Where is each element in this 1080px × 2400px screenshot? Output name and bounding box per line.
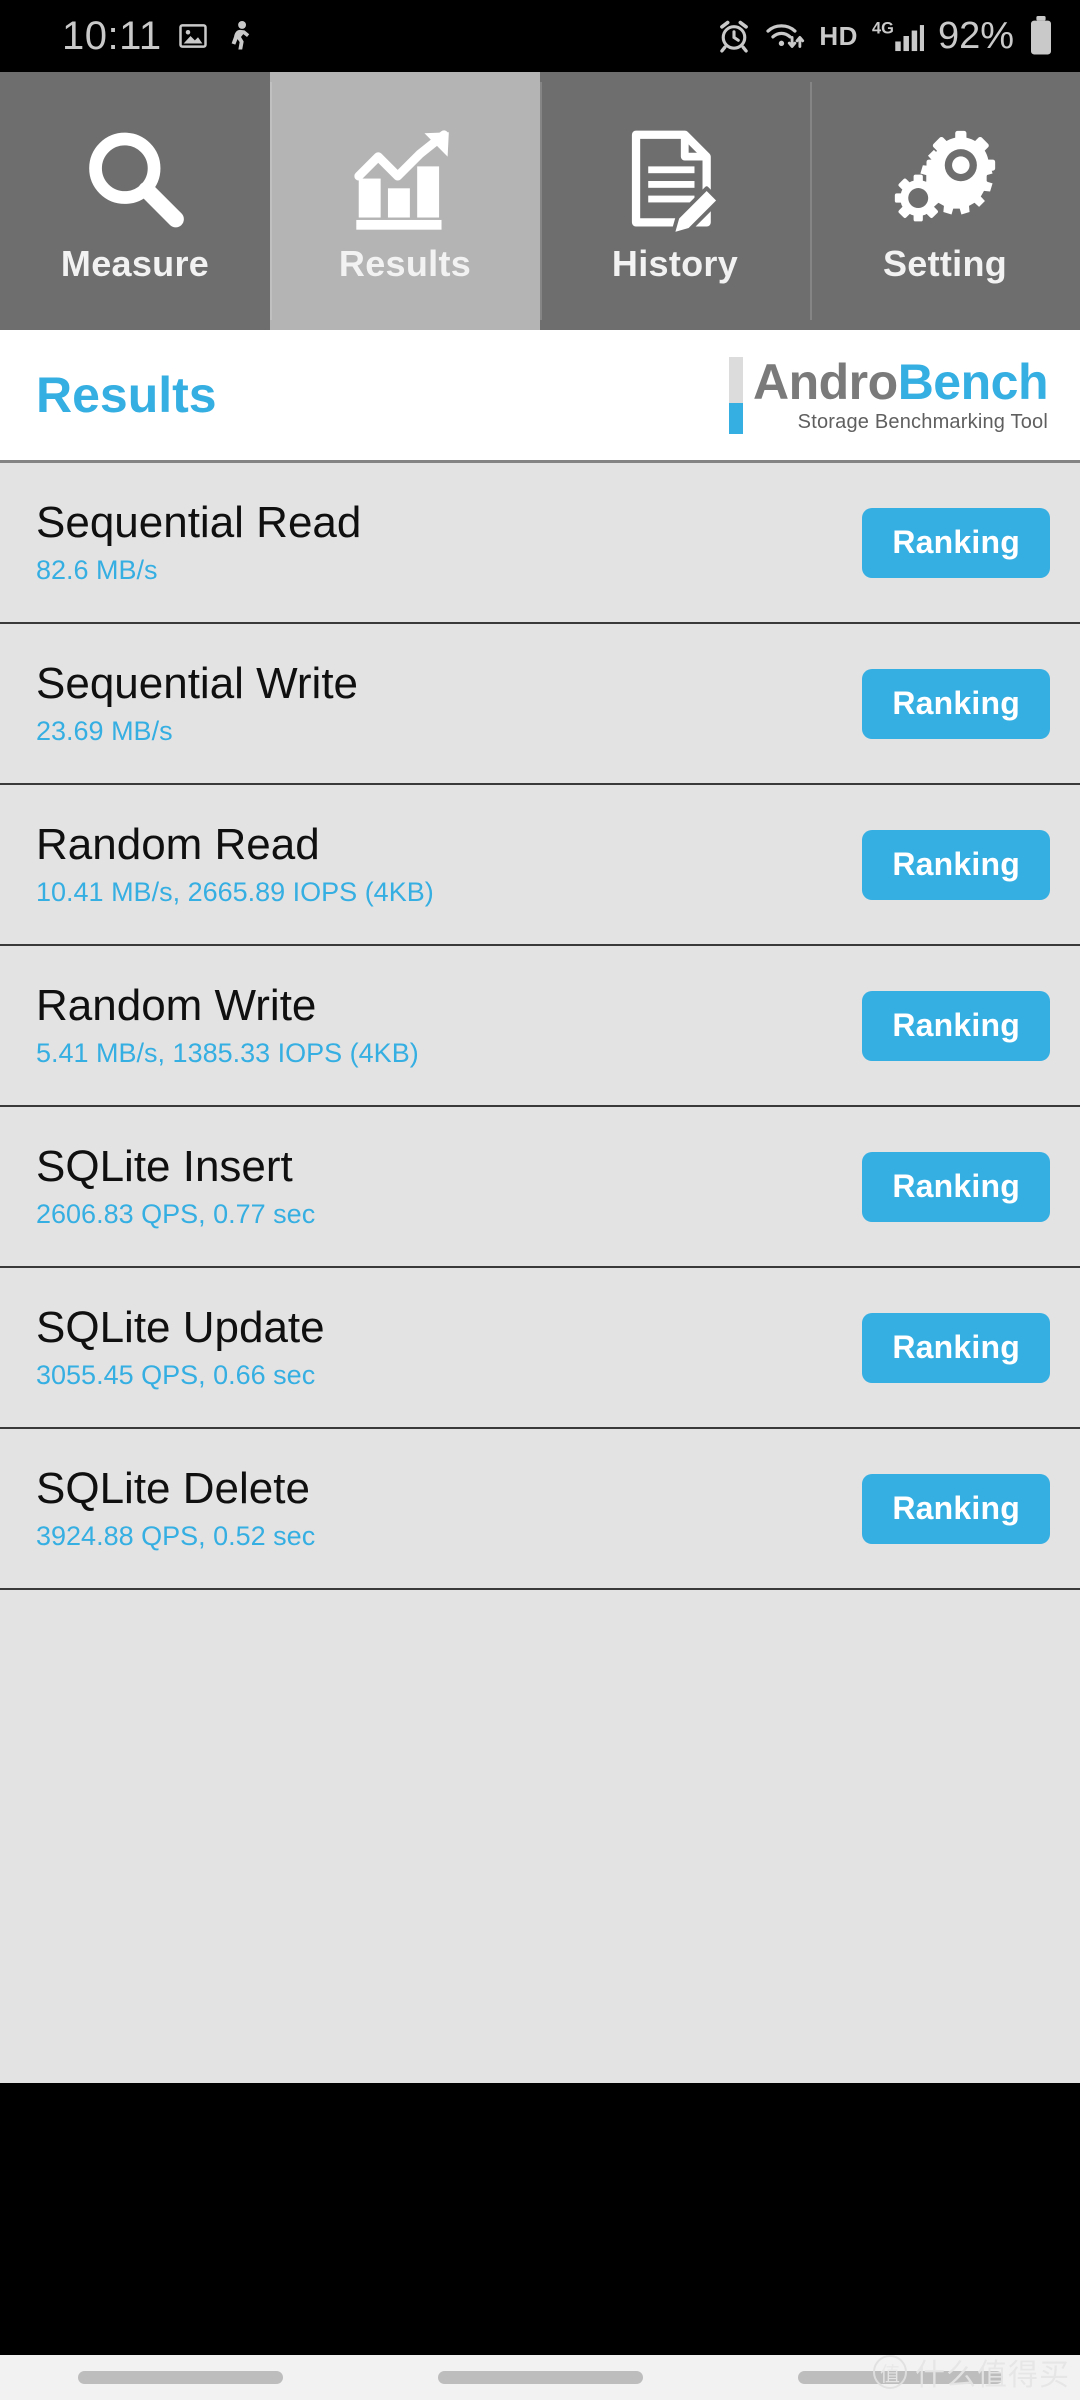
table-row[interactable]: Random Write 5.41 MB/s, 1385.33 IOPS (4K… xyxy=(0,946,1080,1107)
tab-label-measure: Measure xyxy=(60,243,210,284)
bottom-black-area xyxy=(0,2083,1080,2355)
document-edit-icon xyxy=(619,117,731,237)
row-texts: Sequential Read 82.6 MB/s xyxy=(36,500,361,585)
chart-icon xyxy=(349,117,461,237)
table-row[interactable]: SQLite Insert 2606.83 QPS, 0.77 sec Rank… xyxy=(0,1107,1080,1268)
watermark-text: 什么值得买 xyxy=(915,2358,1070,2393)
ranking-button[interactable]: Ranking xyxy=(862,990,1050,1061)
status-bar: 10:11 HD 4G 92% xyxy=(0,0,1080,72)
status-bar-clock: 10:11 xyxy=(62,13,162,58)
tab-label-history: History xyxy=(611,243,739,284)
battery-percent-label: 92% xyxy=(937,14,1014,57)
nav-home-button[interactable] xyxy=(437,2371,643,2384)
ranking-button[interactable]: Ranking xyxy=(862,829,1050,900)
benchmark-value: 2606.83 QPS, 0.77 sec xyxy=(36,1199,316,1230)
logo-andro: Andro xyxy=(752,353,898,410)
row-texts: SQLite Delete 3924.88 QPS, 0.52 sec xyxy=(36,1466,315,1551)
table-row[interactable]: SQLite Delete 3924.88 QPS, 0.52 sec Rank… xyxy=(0,1429,1080,1590)
benchmark-value: 3055.45 QPS, 0.66 sec xyxy=(36,1360,316,1391)
benchmark-name: Sequential Read xyxy=(36,498,362,548)
table-row[interactable]: Random Read 10.41 MB/s, 2665.89 IOPS (4K… xyxy=(0,785,1080,946)
battery-icon xyxy=(1028,16,1054,56)
tab-label-results: Results xyxy=(338,243,472,284)
benchmark-name: SQLite Delete xyxy=(36,1464,310,1514)
gears-icon xyxy=(889,117,1001,237)
status-bar-left: 10:11 xyxy=(62,14,254,59)
tab-history[interactable]: History xyxy=(540,72,810,330)
top-tab-bar: Measure Results History Setting xyxy=(0,72,1080,330)
benchmark-name: SQLite Update xyxy=(36,1303,325,1353)
tab-setting[interactable]: Setting xyxy=(810,72,1080,330)
results-header: Results AndroBench Storage Benchmarking … xyxy=(0,330,1080,463)
smzdm-watermark: 值 什么值得买 xyxy=(873,2350,1070,2394)
table-row[interactable]: SQLite Update 3055.45 QPS, 0.66 sec Rank… xyxy=(0,1268,1080,1429)
results-list: Sequential Read 82.6 MB/s Ranking Sequen… xyxy=(0,463,1080,2083)
alarm-icon xyxy=(717,19,751,53)
tab-measure[interactable]: Measure xyxy=(0,72,270,330)
watermark-badge-icon: 值 xyxy=(873,2355,907,2389)
row-texts: Sequential Write 23.69 MB/s xyxy=(36,661,358,746)
benchmark-name: Random Write xyxy=(36,981,317,1031)
logo-text: AndroBench Storage Benchmarking Tool xyxy=(752,353,1049,434)
pedometer-icon xyxy=(224,20,254,52)
benchmark-name: Sequential Write xyxy=(36,659,359,709)
benchmark-value: 82.6 MB/s xyxy=(36,555,158,586)
row-texts: SQLite Update 3055.45 QPS, 0.66 sec xyxy=(36,1305,325,1390)
logo-accent-bar xyxy=(728,356,743,434)
image-icon xyxy=(178,21,208,51)
ranking-button[interactable]: Ranking xyxy=(862,1312,1050,1383)
search-icon xyxy=(79,117,191,237)
tab-label-setting: Setting xyxy=(882,243,1008,284)
page-title: Results xyxy=(36,367,217,423)
row-texts: SQLite Insert 2606.83 QPS, 0.77 sec xyxy=(36,1144,315,1229)
benchmark-value: 5.41 MB/s, 1385.33 IOPS (4KB) xyxy=(36,1038,419,1069)
svg-text:4G: 4G xyxy=(872,19,894,37)
benchmark-value: 23.69 MB/s xyxy=(36,716,173,747)
logo-tagline: Storage Benchmarking Tool xyxy=(797,410,1048,433)
table-row[interactable]: Sequential Read 82.6 MB/s Ranking xyxy=(0,463,1080,624)
androbench-logo: AndroBench Storage Benchmarking Tool xyxy=(728,353,1049,434)
benchmark-name: SQLite Insert xyxy=(36,1142,293,1192)
logo-wordmark: AndroBench xyxy=(752,353,1049,410)
wifi-icon xyxy=(765,19,805,53)
ranking-button[interactable]: Ranking xyxy=(862,507,1050,578)
nav-recents-button[interactable] xyxy=(77,2371,283,2384)
ranking-button[interactable]: Ranking xyxy=(862,668,1050,739)
ranking-button[interactable]: Ranking xyxy=(862,1151,1050,1222)
benchmark-value: 10.41 MB/s, 2665.89 IOPS (4KB) xyxy=(36,877,434,908)
benchmark-name: Random Read xyxy=(36,820,320,870)
tab-results[interactable]: Results xyxy=(270,72,540,330)
row-texts: Random Write 5.41 MB/s, 1385.33 IOPS (4K… xyxy=(36,983,419,1068)
ranking-button[interactable]: Ranking xyxy=(862,1473,1050,1544)
phone-screen: 10:11 HD 4G 92% Measure Results History … xyxy=(0,0,1080,2400)
status-bar-right: HD 4G 92% xyxy=(717,15,1054,58)
volte-hd-icon: HD xyxy=(819,20,858,51)
logo-bench: Bench xyxy=(897,353,1049,410)
row-texts: Random Read 10.41 MB/s, 2665.89 IOPS (4K… xyxy=(36,822,434,907)
table-row[interactable]: Sequential Write 23.69 MB/s Ranking xyxy=(0,624,1080,785)
benchmark-value: 3924.88 QPS, 0.52 sec xyxy=(36,1521,316,1552)
signal-4g-icon: 4G xyxy=(872,18,924,54)
